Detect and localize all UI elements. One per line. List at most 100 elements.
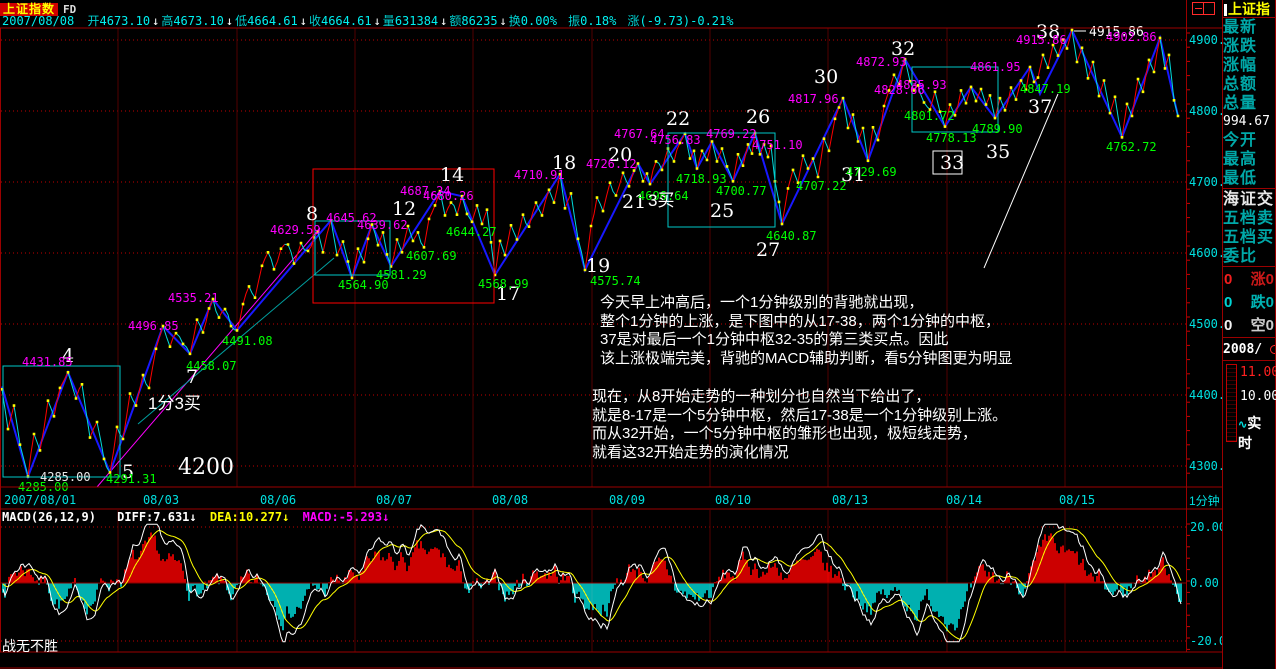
low-price-label: 4607.69 bbox=[406, 249, 457, 263]
sidebar-item-最低[interactable]: 最低 bbox=[1223, 169, 1275, 188]
sidebar-count-row: 0涨0 bbox=[1223, 268, 1275, 291]
info-field-label: 低 bbox=[235, 14, 247, 28]
peak-price-label: 4861.95 bbox=[970, 60, 1021, 74]
sidebar-item-五档卖[interactable]: 五档卖 bbox=[1223, 209, 1275, 228]
info-field-label: 额 bbox=[449, 14, 461, 28]
count-value: 0 bbox=[1224, 314, 1232, 337]
info-field-label: 开 bbox=[87, 14, 99, 28]
gauge-ladder bbox=[1226, 364, 1237, 442]
sidebar-title-text: 上证指 bbox=[1228, 1, 1270, 17]
pivot-number-label: 12 bbox=[392, 198, 416, 220]
watermark-text: 战无不胜 bbox=[2, 636, 58, 656]
peak-price-label: 4680.26 bbox=[423, 189, 474, 203]
low-price-label: 4700.77 bbox=[716, 184, 767, 198]
sidebar-item-涨幅[interactable]: 涨幅 bbox=[1223, 56, 1275, 75]
analysis-line: 该上涨极端完美，背驰的MACD辅助判断，看5分钟图更为明显 bbox=[600, 350, 1013, 369]
low-price-label: 4575.74 bbox=[590, 274, 641, 288]
info-field-value: 4673.10 bbox=[100, 14, 151, 28]
window-icon[interactable] bbox=[1192, 2, 1215, 15]
date-label: 08/15 bbox=[1059, 493, 1095, 507]
sidebar-item-总额[interactable]: 总额 bbox=[1223, 75, 1275, 94]
info-field-value: 0.18% bbox=[580, 14, 616, 28]
peak-price-label: 4872.93 bbox=[856, 55, 907, 69]
analysis-line: 37是对最后一个1分钟中枢32-35的第三类买点。因此 bbox=[600, 331, 1013, 350]
low-price-label: 4729.69 bbox=[846, 165, 897, 179]
pivot-number-label: 35 bbox=[986, 141, 1010, 163]
count-value: 0 bbox=[1224, 291, 1232, 314]
white-price-label: 4285.00 bbox=[40, 470, 91, 484]
gauge-high-value: 11.00 bbox=[1240, 365, 1276, 380]
date-label: 08/10 bbox=[715, 493, 751, 507]
sidebar-date: 2008/ bbox=[1223, 339, 1275, 360]
date-label: 08/06 bbox=[260, 493, 296, 507]
date-label: 08/13 bbox=[832, 493, 868, 507]
macd-header: MACD(26,12,9) DIFF:7.631↓ DEA:10.277↓ MA… bbox=[2, 511, 389, 524]
gauge-low-value: 10.00 bbox=[1240, 389, 1276, 404]
sidebar-item-委比[interactable]: 委比 bbox=[1223, 247, 1275, 266]
analysis-line: 而从32开始，一个5分钟中枢的雏形也出现，极短线走势， bbox=[592, 425, 1007, 444]
level-4200-label: 4200 bbox=[178, 455, 234, 480]
info-field-value: 631384 bbox=[395, 14, 438, 28]
peak-price-label: 4902.86 bbox=[1106, 30, 1157, 44]
down-arrow-icon: ↓ bbox=[282, 510, 289, 524]
low-price-label: 4644.27 bbox=[446, 225, 497, 239]
sidebar-item-五档买[interactable]: 五档买 bbox=[1223, 228, 1275, 247]
analysis-line: 今天早上冲高后，一个1分钟级别的背驰就出现， bbox=[600, 294, 1013, 313]
pivot-number-label: 22 bbox=[666, 108, 690, 130]
date-label: 08/09 bbox=[609, 493, 645, 507]
trading-app-window: 4915.86457812141718192021222526273031323… bbox=[0, 0, 1276, 669]
info-field-value: 0.00% bbox=[521, 14, 557, 28]
peak-price-label: 4535.21 bbox=[168, 291, 219, 305]
low-price-label: 4778.13 bbox=[926, 131, 977, 145]
info-field-value: 4664.61 bbox=[247, 14, 298, 28]
peak-price-label: 4751.10 bbox=[752, 138, 803, 152]
quote-info-bar: 2007/08/08 开4673.10↓高4673.10↓低4664.61↓收4… bbox=[2, 14, 737, 28]
analysis-line: 整个1分钟的上涨，是下图中的从17-38，两个1分钟的中枢， bbox=[600, 313, 1013, 332]
pivot-number-label: 37 bbox=[1028, 96, 1052, 118]
date-label: 2007/08/01 bbox=[4, 493, 76, 507]
period-label: 1分钟 bbox=[1189, 493, 1220, 508]
pivot-number-label: 25 bbox=[710, 200, 734, 222]
peak-price-label: 4629.59 bbox=[270, 223, 321, 237]
low-price-label: 4458.07 bbox=[186, 359, 237, 373]
sidebar-item-涨跌[interactable]: 涨跌 bbox=[1223, 37, 1275, 56]
macd-title[interactable]: MACD(26,12,9) bbox=[2, 510, 96, 524]
peak-price-label: 4431.85 bbox=[22, 355, 73, 369]
peak-price-label: 4639.62 bbox=[357, 218, 408, 232]
sidebar-item-海证交[interactable]: 海证交 bbox=[1223, 190, 1275, 209]
check-icon: ∿ bbox=[1238, 419, 1247, 431]
low-price-label: 4707.22 bbox=[796, 179, 847, 193]
info-field-label: 量 bbox=[383, 14, 395, 28]
sidebar-item-总量[interactable]: 总量 bbox=[1223, 94, 1275, 113]
date-label: 08/08 bbox=[492, 493, 528, 507]
sidebar-gauge: 11.0010.00∿实时 bbox=[1223, 360, 1275, 448]
sidebar-item-最高[interactable]: 最高 bbox=[1223, 150, 1275, 169]
pivot-number-label: 8 bbox=[306, 203, 318, 225]
count-label: 涨0 bbox=[1251, 268, 1274, 291]
clock-icon bbox=[1270, 345, 1275, 354]
realtime-label[interactable]: ∿实时 bbox=[1238, 413, 1275, 453]
pivot-number-label: 26 bbox=[746, 106, 770, 128]
count-label: 跌0 bbox=[1251, 291, 1274, 314]
analysis-line: 现在，从8开始走势的一种划分也自然当下给出了， bbox=[592, 388, 1007, 407]
sidebar-count-row: 0 跌0 bbox=[1223, 291, 1275, 314]
sidebar-item-今开[interactable]: 今开 bbox=[1223, 131, 1275, 150]
info-field-label: 收 bbox=[309, 14, 321, 28]
info-field-label: 涨 bbox=[628, 14, 640, 28]
macd-diff-value: DIFF:7.631 bbox=[117, 510, 189, 524]
field-gap bbox=[559, 14, 566, 28]
sidebar-title[interactable]: 上证指 bbox=[1223, 0, 1275, 18]
analysis-paragraph-2: 现在，从8开始走势的一种划分也自然当下给出了， 就是8-17是一个5分钟中枢，然… bbox=[592, 388, 1007, 462]
quote-sidebar: 上证指 最新涨跌涨幅总额总量994.67今开最高最低海证交五档卖五档买委比0涨0… bbox=[1222, 0, 1276, 669]
low-price-label: 4491.08 bbox=[222, 334, 273, 348]
count-label: 空0 bbox=[1251, 314, 1274, 337]
macd-value: MACD:-5.293 bbox=[303, 510, 382, 524]
trendline-magenta bbox=[97, 228, 320, 487]
sidebar-item-最新[interactable]: 最新 bbox=[1223, 18, 1275, 37]
low-price-label: 4581.29 bbox=[376, 268, 427, 282]
peak-price-label: 4817.96 bbox=[788, 92, 839, 106]
date-label: 08/07 bbox=[376, 493, 412, 507]
analysis-line: 就是8-17是一个5分钟中枢，然后17-38是一个1分钟级别上涨。 bbox=[592, 407, 1007, 426]
peak-price-label: 4915.86 bbox=[1016, 33, 1067, 47]
pivot-number-label: 14 bbox=[440, 164, 464, 186]
